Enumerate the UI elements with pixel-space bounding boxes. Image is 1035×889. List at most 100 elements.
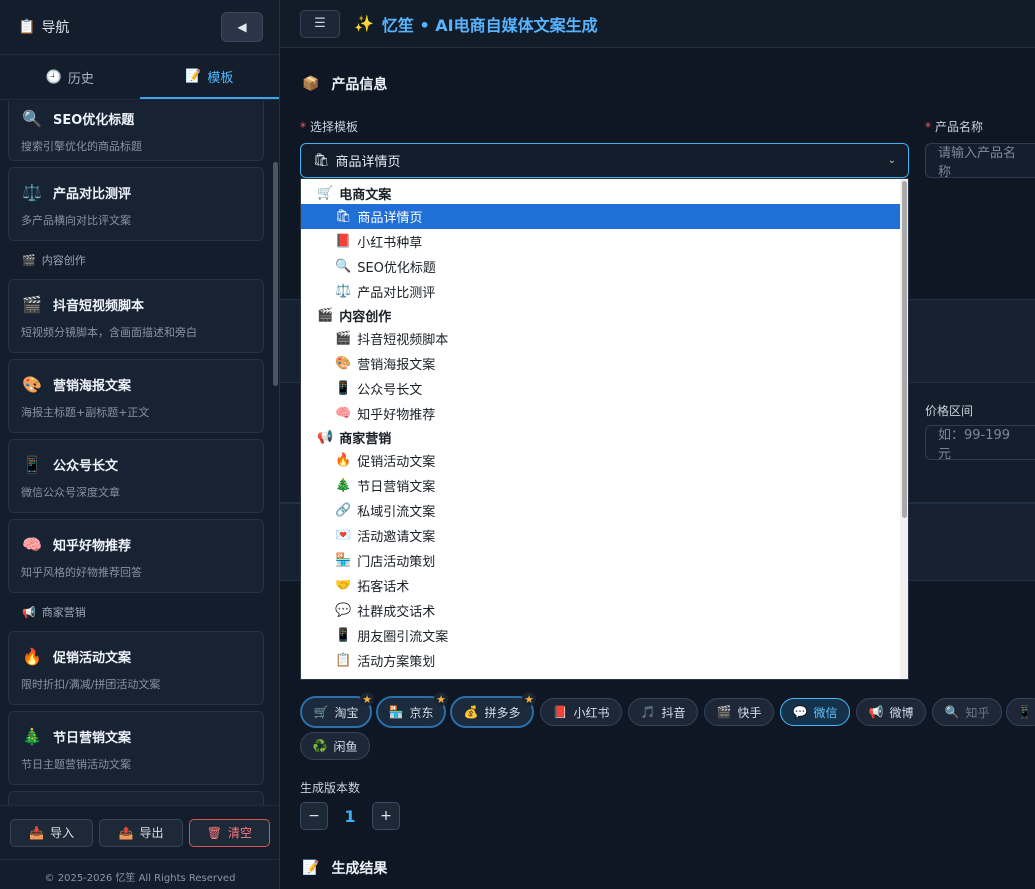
- dropdown-option[interactable]: 🏪 门店活动策划: [301, 548, 908, 573]
- phone-icon: 📱: [335, 381, 352, 396]
- decrement-button[interactable]: −: [300, 802, 328, 830]
- dropdown-option[interactable]: ⚖️ 产品对比测评: [301, 279, 908, 304]
- sidebar-header: 📋 导航 ◀: [0, 0, 279, 54]
- product-name-placeholder: 请输入产品名称: [938, 145, 1017, 180]
- app-title-label: 忆笙 • AI电商自媒体文案生成: [381, 15, 598, 35]
- red-book-icon: 📕: [335, 234, 352, 249]
- dropdown-option[interactable]: 🎨 营销海报文案: [301, 351, 908, 376]
- import-label: 导入: [50, 826, 75, 840]
- platform-jd[interactable]: 🏪 京东 ★: [376, 692, 448, 728]
- dropdown-option[interactable]: 🛍 商品详情页: [301, 204, 908, 229]
- dropdown-option[interactable]: 🤝 拓客话术: [301, 573, 908, 598]
- template-card-desc: 限时折扣/满减/拼团活动文案: [21, 678, 161, 691]
- star-icon: ★: [522, 692, 536, 706]
- outbox-icon: 📤: [118, 825, 134, 840]
- dropdown-option[interactable]: 🎬 抖音短视频脚本: [301, 326, 908, 351]
- sidebar-actions: 📥 导入 📤 导出 🗑 清空: [0, 805, 280, 859]
- sidebar-scrollbar[interactable]: [273, 162, 278, 386]
- brain-icon: 🧠: [22, 534, 42, 554]
- template-card-partial[interactable]: [8, 791, 264, 805]
- platform-xianyu[interactable]: ♻️ 闲鱼: [300, 732, 370, 760]
- dropdown-option[interactable]: 🔗 私域引流文案: [301, 498, 908, 523]
- increment-button[interactable]: +: [372, 802, 400, 830]
- platform-zhihu[interactable]: 🔍 知乎: [932, 698, 1002, 726]
- template-card-wechat-article[interactable]: 📱 公众号长文 微信公众号深度文章: [8, 439, 264, 513]
- sidebar-title: 📋 导航: [18, 17, 69, 37]
- star-icon: ★: [360, 692, 374, 706]
- dropdown-option[interactable]: 💬 社群成交话术: [301, 598, 908, 623]
- template-card-desc: 短视频分镜脚本，含画面描述和旁白: [21, 326, 197, 339]
- platform-wechat[interactable]: 💬 微信: [780, 698, 850, 726]
- shopping-bag-icon: 🛍: [313, 153, 330, 168]
- phone-icon: 📱: [1017, 705, 1032, 719]
- platform-taobao[interactable]: 🛒 淘宝 ★: [300, 692, 374, 728]
- platform-pinduoduo[interactable]: 💰 拼多多 ★: [450, 692, 536, 728]
- group-label: 内容创作: [339, 309, 392, 325]
- platform-label: 微博: [889, 705, 914, 720]
- dropdown-option[interactable]: 📱 公众号长文: [301, 376, 908, 401]
- platform-label: 抖音: [661, 705, 686, 720]
- dropdown-option[interactable]: 🔥 促销活动文案: [301, 448, 908, 473]
- export-label: 导出: [139, 826, 164, 840]
- template-card-compare[interactable]: ⚖️ 产品对比测评 多产品横向对比评文案: [8, 167, 264, 241]
- clock-icon: 🕘: [45, 69, 62, 85]
- clipboard-icon: 📋: [335, 653, 352, 668]
- option-label: 商品详情页: [357, 211, 423, 226]
- dropdown-option[interactable]: 📋 活动方案策划: [301, 648, 908, 673]
- dropdown-option[interactable]: 🔍 SEO优化标题: [301, 254, 908, 279]
- import-button[interactable]: 📥 导入: [10, 818, 94, 847]
- tab-templates-label: 模板: [207, 70, 234, 86]
- template-card-seo[interactable]: 🔍 SEO优化标题 搜索引擎优化的商品标题: [8, 101, 264, 161]
- clear-button[interactable]: 🗑 清空: [188, 818, 270, 847]
- template-list: 🔍 SEO优化标题 搜索引擎优化的商品标题 ⚖️ 产品对比测评 多产品横向对比评文案…: [0, 101, 272, 805]
- platform-douyin[interactable]: 🎵 抖音: [628, 698, 698, 726]
- template-card-zhihu[interactable]: 🧠 知乎好物推荐 知乎风格的好物推荐回答: [8, 519, 264, 593]
- love-letter-icon: 💌: [335, 528, 352, 543]
- dropdown-option[interactable]: 📕 小红书种草: [301, 229, 908, 254]
- dropdown-scrollbar-thumb[interactable]: [902, 181, 907, 518]
- option-label: 社群成交话术: [357, 605, 436, 620]
- option-label: 公众号长文: [357, 383, 423, 398]
- template-card-douyin[interactable]: 🎬 抖音短视频脚本 短视频分镜脚本，含画面描述和旁白: [8, 279, 264, 353]
- speech-bubble-icon: 💬: [335, 603, 352, 618]
- platform-label: 知乎: [965, 705, 990, 720]
- tab-templates[interactable]: 📝 模板: [139, 55, 279, 99]
- price-input[interactable]: 如：99-199元: [925, 425, 1035, 462]
- platform-xiaohongshu[interactable]: 📕 小红书: [540, 698, 622, 726]
- collapse-sidebar-button[interactable]: ◀: [221, 12, 263, 42]
- template-card-promo[interactable]: 🔥 促销活动文案 限时折扣/满减/拼团活动文案: [8, 631, 264, 705]
- template-card-desc: 知乎风格的好物推荐回答: [21, 566, 142, 579]
- megaphone-icon: 📢: [868, 705, 884, 719]
- clapper-icon: 🎬: [22, 253, 36, 267]
- dropdown-option[interactable]: 🧠 知乎好物推荐: [301, 401, 908, 426]
- tab-history[interactable]: 🕘 历史: [0, 55, 140, 99]
- store-icon: 🏪: [335, 553, 352, 568]
- option-label: 朋友圈引流文案: [357, 630, 449, 645]
- product-name-input[interactable]: 请输入产品名称: [925, 143, 1035, 180]
- handshake-icon: 🤝: [335, 578, 352, 593]
- menu-button[interactable]: ☰: [300, 9, 340, 38]
- platform-weibo[interactable]: 📢 微博: [856, 698, 926, 726]
- magnifier-icon: 🔍: [22, 108, 42, 128]
- option-label: 小红书种草: [357, 236, 423, 251]
- export-button[interactable]: 📤 导出: [99, 818, 183, 847]
- option-label: 门店活动策划: [357, 555, 436, 570]
- template-card-name: 公众号长文: [53, 458, 119, 474]
- platform-kuaishou[interactable]: 🎬 快手: [704, 698, 774, 726]
- inbox-icon: 📥: [29, 825, 45, 840]
- link-icon: 🔗: [335, 503, 352, 518]
- phone-icon: 📱: [335, 628, 352, 643]
- sparkles-icon: ✨: [354, 14, 374, 33]
- dropdown-option[interactable]: 💌 活动邀请文案: [301, 523, 908, 548]
- group-label: 商家营销: [339, 431, 392, 447]
- template-card-poster[interactable]: 🎨 营销海报文案 海报主标题+副标题+正文: [8, 359, 264, 433]
- category-merchant: 📢 商家营销: [0, 599, 272, 625]
- phone-icon: 📱: [22, 454, 42, 474]
- template-card-holiday[interactable]: 🎄 节日营销文案 节日主题营销活动文案: [8, 711, 264, 785]
- dropdown-option[interactable]: 📱 朋友圈引流文案: [301, 623, 908, 648]
- template-select[interactable]: 🛍 商品详情页 ⌄: [300, 143, 909, 178]
- option-label: 营销海报文案: [357, 358, 436, 373]
- platform-partial[interactable]: 📱: [1006, 698, 1035, 726]
- group-label: 电商文案: [339, 187, 392, 203]
- dropdown-option[interactable]: 🎄 节日营销文案: [301, 473, 908, 498]
